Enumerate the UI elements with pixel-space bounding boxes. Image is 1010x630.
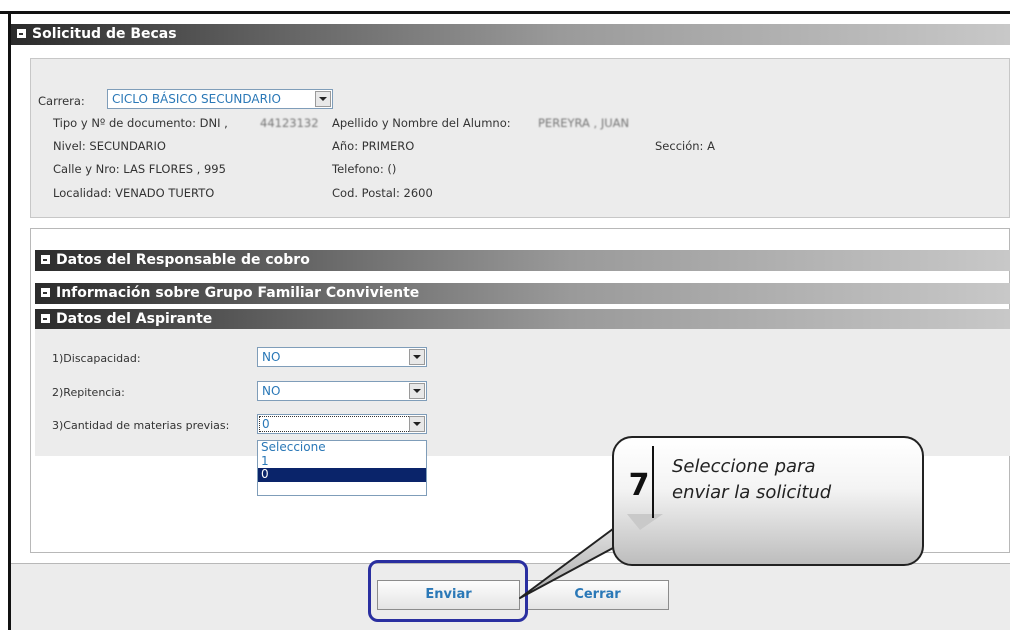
student-name: PEREYRA , JUAN (538, 116, 630, 130)
callout-line-2: enviar la solicitud (672, 482, 832, 503)
carrera-label: Carrera: (38, 94, 85, 108)
doc-number: 44123132 (260, 116, 319, 130)
materias-select[interactable]: 0 (257, 414, 427, 434)
discapacidad-value: NO (262, 350, 281, 364)
repitencia-value: NO (262, 384, 281, 398)
collapse-icon (41, 313, 50, 323)
section-responsable[interactable]: Datos del Responsable de cobro (35, 250, 1010, 271)
discapacidad-label: 1)Discapacidad: (52, 352, 141, 365)
section-aspirante-label: Datos del Aspirante (56, 311, 213, 327)
chevron-down-icon[interactable] (409, 383, 425, 399)
callout-text: Seleccione para enviar la solicitud (672, 454, 902, 506)
repitencia-label: 2)Repitencia: (52, 386, 125, 399)
expand-icon (41, 254, 50, 264)
callout-separator (652, 446, 654, 518)
section-aspirante[interactable]: Datos del Aspirante (35, 309, 1010, 330)
carrera-select[interactable]: CICLO BÁSICO SECUNDARIO (107, 89, 333, 109)
doc-label: Tipo y Nº de documento: DNI , (53, 116, 228, 130)
section-responsable-label: Datos del Responsable de cobro (56, 252, 310, 268)
window-title: Solicitud de Becas (32, 26, 177, 42)
anio-text: Año: PRIMERO (332, 139, 415, 153)
repitencia-select[interactable]: NO (257, 381, 427, 401)
callout-step-number: 7 (628, 468, 650, 503)
materias-value: 0 (262, 417, 270, 431)
seccion-text: Sección: A (655, 139, 715, 153)
materias-dropdown-list: Seleccione 1 0 (257, 440, 427, 496)
expand-icon (41, 287, 50, 297)
section-grupo-familiar[interactable]: Información sobre Grupo Familiar Convivi… (35, 283, 1010, 304)
discapacidad-select[interactable]: NO (257, 347, 427, 367)
chevron-down-icon[interactable] (409, 416, 425, 432)
section-grupo-familiar-label: Información sobre Grupo Familiar Convivi… (56, 285, 420, 301)
dropdown-option[interactable]: Seleccione (258, 440, 426, 455)
chevron-down-icon[interactable] (315, 91, 331, 107)
localidad-text: Localidad: VENADO TUERTO (53, 186, 215, 200)
carrera-value: CICLO BÁSICO SECUNDARIO (112, 92, 281, 106)
nivel-text: Nivel: SECUNDARIO (53, 139, 166, 153)
student-name-label: Apellido y Nombre del Alumno: (332, 116, 511, 130)
materias-label: 3)Cantidad de materias previas: (52, 419, 230, 432)
cerrar-button[interactable]: Cerrar (526, 580, 669, 610)
chevron-down-icon[interactable] (409, 349, 425, 365)
telefono-text: Telefono: () (332, 162, 397, 176)
window-top-border (0, 0, 1010, 14)
cod-postal-text: Cod. Postal: 2600 (332, 186, 433, 200)
callout-line-1: Seleccione para (672, 456, 816, 477)
collapse-icon[interactable] (17, 28, 26, 38)
dropdown-option[interactable]: 1 (258, 454, 426, 469)
calle-text: Calle y Nro: LAS FLORES , 995 (53, 162, 226, 176)
window-title-bar: Solicitud de Becas (11, 24, 1010, 45)
highlight-box (368, 560, 528, 622)
dropdown-option-selected[interactable]: 0 (258, 467, 426, 482)
